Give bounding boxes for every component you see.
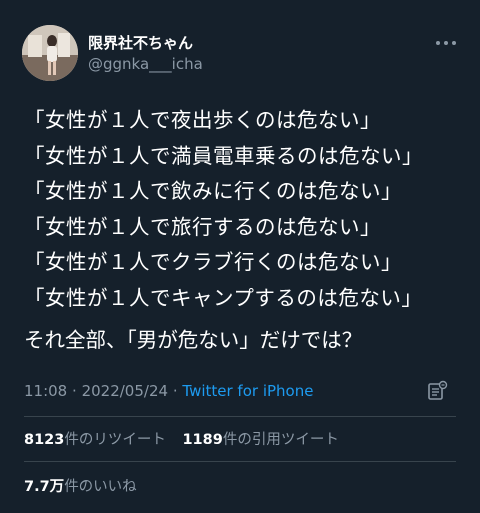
retweets-count: 8123 <box>24 432 65 448</box>
more-horizontal-icon <box>436 41 456 45</box>
tweet-line: 「女性が１人でキャンプするのは危ない」 <box>24 285 423 310</box>
tweet-line: 「女性が１人で旅行するのは危ない」 <box>24 214 381 239</box>
tweet-line: 「女性が１人で飲みに行くのは危ない」 <box>24 179 402 203</box>
avatar[interactable] <box>22 25 78 81</box>
engagement-stats: 8123件のリツイート 1189件の引用ツイート <box>24 428 351 449</box>
divider <box>24 416 456 417</box>
likes-count: 7.7万 <box>24 479 65 495</box>
avatar-photo <box>22 25 78 81</box>
more-options-button[interactable] <box>432 34 460 52</box>
tweet-closing-line: それ全部、「男が危ない」だけでは？ <box>24 328 363 352</box>
tweet-date[interactable]: 2022/05/24 <box>82 382 168 400</box>
tweet-time[interactable]: 11:08 <box>24 382 67 400</box>
quote-tweets-stat[interactable]: 1189件の引用ツイート <box>182 432 338 448</box>
divider <box>24 461 456 462</box>
retweets-stat[interactable]: 8123件のリツイート <box>24 432 166 448</box>
tweet-line: 「女性が１人で夜出歩くのは危ない」 <box>24 108 381 132</box>
likes-label: 件のいいね <box>64 479 137 495</box>
analytics-icon <box>428 380 448 400</box>
tweet-source-link[interactable]: Twitter for iPhone <box>182 382 313 400</box>
tweet-line: 「女性が１人でクラブ行くのは危ない」 <box>24 250 402 274</box>
meta-separator: · <box>172 382 178 400</box>
tweet-meta: 11:08 · 2022/05/24 · Twitter for iPhone <box>24 382 313 400</box>
quotes-label: 件の引用ツイート <box>222 432 339 448</box>
tweet-line: 「女性が１人で満員電車乗るのは危ない」 <box>24 143 423 168</box>
retweets-label: 件のリツイート <box>64 432 166 448</box>
user-handle[interactable]: @ggnka___icha <box>88 55 203 73</box>
view-analytics-button[interactable] <box>426 380 448 402</box>
quotes-count: 1189 <box>182 432 223 448</box>
tweet-text: 「女性が１人で夜出歩くのは危ない」 「女性が１人で満員電車乗るのは危ない」 「女… <box>24 103 464 355</box>
display-name[interactable]: 限界社不ちゃん <box>88 32 193 53</box>
tweet-detail: 限界社不ちゃん @ggnka___icha 「女性が１人で夜出歩くのは危ない」 … <box>0 0 480 513</box>
meta-separator: · <box>72 382 77 400</box>
likes-stat[interactable]: 7.7万件のいいね <box>24 475 137 496</box>
